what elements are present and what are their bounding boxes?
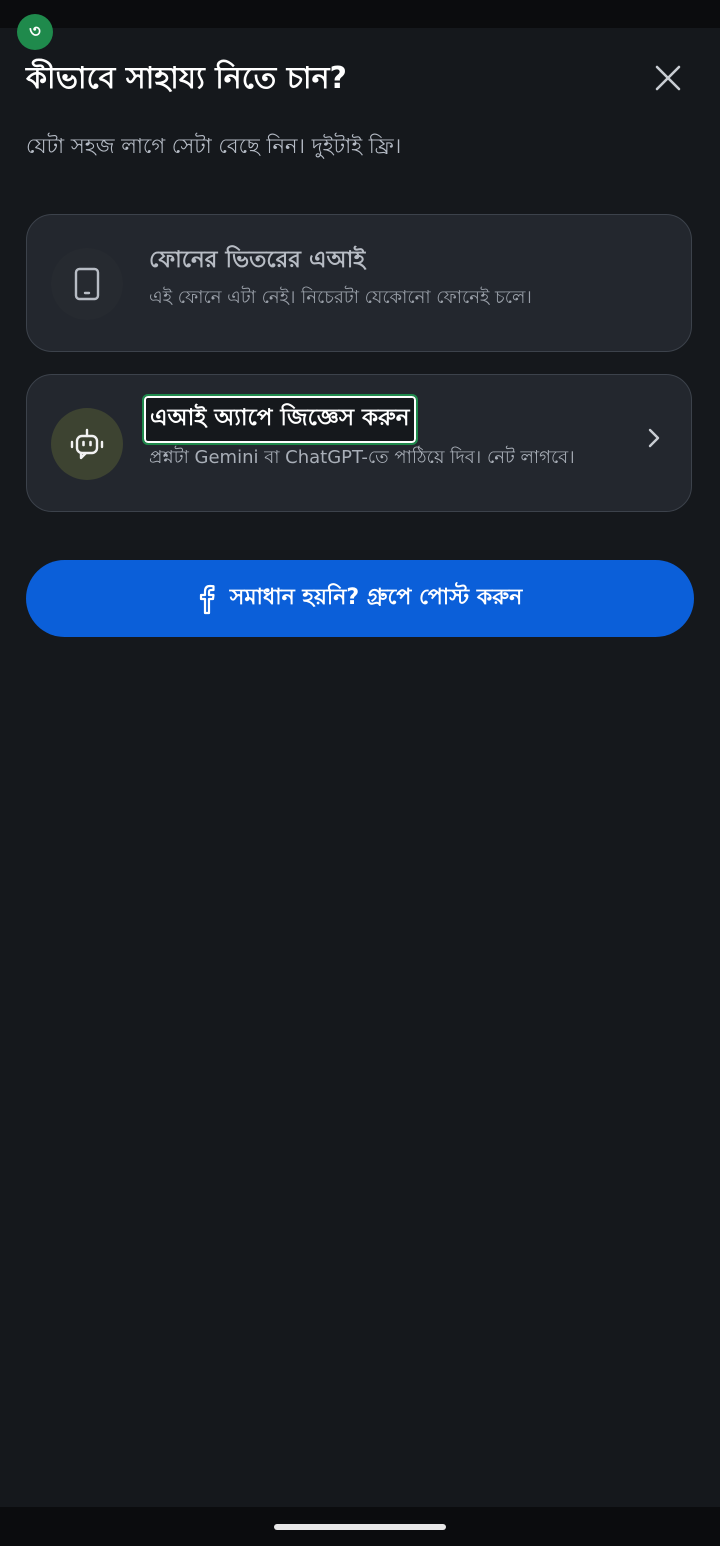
step-badge: ৩ — [17, 14, 53, 50]
post-to-group-button[interactable]: সমাধান হয়নি? গ্রুপে পোস্ট করুন — [26, 560, 694, 637]
option-description: এই ফোনে এটা নেই। নিচেরটা যেকোনো ফোনেই চল… — [149, 287, 532, 308]
option-icon-circle — [51, 248, 123, 320]
robot-icon — [70, 428, 104, 460]
option-title: এআই অ্যাপে জিজ্ঞেস করুন — [142, 394, 418, 445]
option-on-device-ai: ফোনের ভিতরের এআই এই ফোনে এটা নেই। নিচেরট… — [26, 214, 692, 352]
home-indicator[interactable] — [274, 1524, 446, 1530]
close-icon — [655, 65, 681, 91]
close-button[interactable] — [646, 56, 690, 100]
option-description: প্রশ্নটা Gemini বা ChatGPT-তে পাঠিয়ে দি… — [149, 447, 575, 468]
page-subtitle: যেটা সহজ লাগে সেটা বেছে নিন। দুইটাই ফ্রি… — [26, 134, 402, 158]
chevron-right-icon — [639, 423, 669, 453]
phone-icon — [74, 267, 100, 301]
facebook-icon — [199, 584, 215, 614]
option-ask-ai-app[interactable]: এআই অ্যাপে জিজ্ঞেস করুন প্রশ্নটা Gemini … — [26, 374, 692, 512]
option-title: ফোনের ভিতরের এআই — [149, 247, 366, 273]
option-icon-circle — [51, 408, 123, 480]
status-bar — [0, 0, 720, 28]
page-title: কীভাবে সাহায্য নিতে চান? — [26, 61, 347, 96]
post-to-group-label: সমাধান হয়নি? গ্রুপে পোস্ট করুন — [229, 585, 523, 610]
